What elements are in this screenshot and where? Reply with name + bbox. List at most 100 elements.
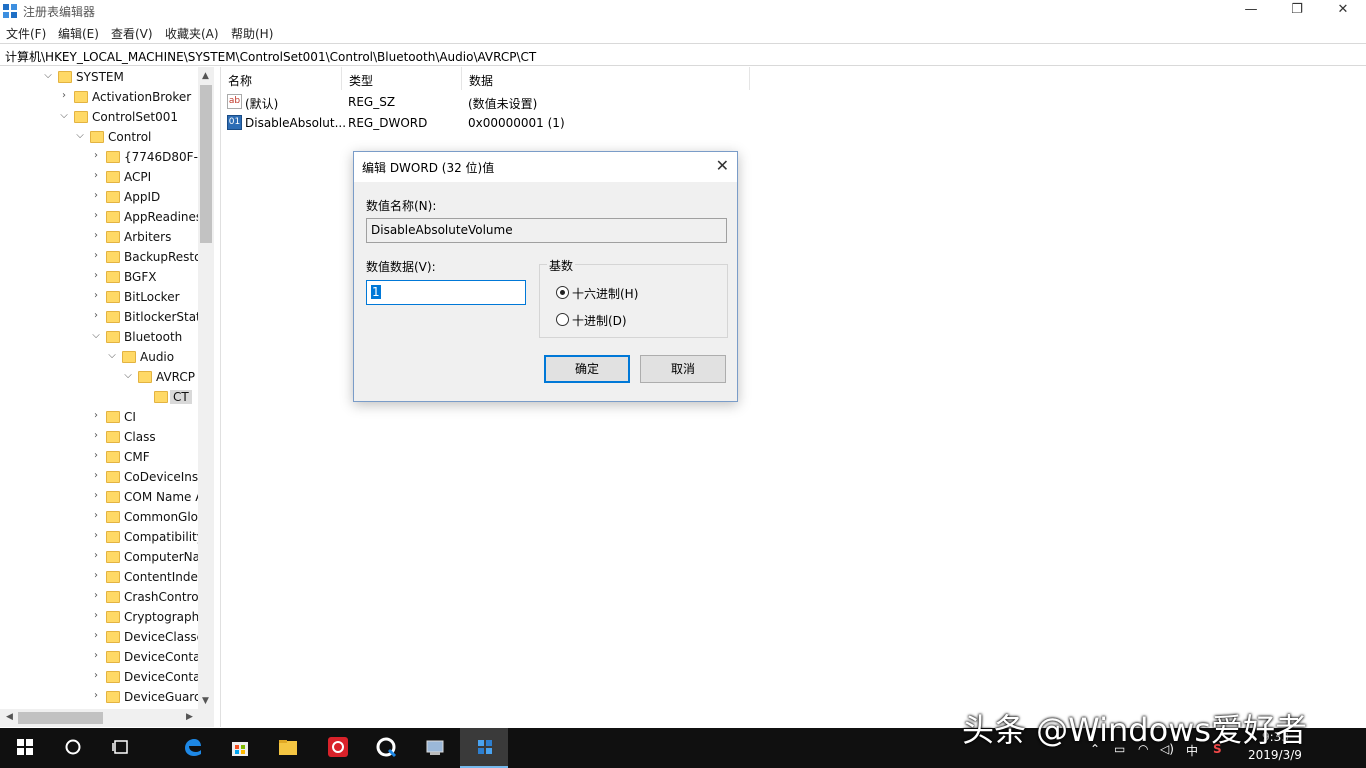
tree-node-label: AVRCP [156, 370, 196, 384]
tree-node-label: AppID [124, 190, 161, 204]
column-header-type[interactable]: 类型 [342, 67, 462, 90]
chevron-right-icon[interactable]: › [90, 630, 102, 641]
radio-decimal[interactable] [556, 313, 569, 326]
netease-music-icon [328, 737, 348, 757]
chevron-down-icon[interactable]: ⌵ [106, 350, 118, 361]
search-circle-icon [65, 739, 81, 755]
taskbar-control-panel[interactable] [410, 728, 458, 768]
scroll-left-icon[interactable]: ◀ [6, 712, 13, 722]
taskbar-store[interactable] [215, 728, 263, 768]
chevron-right-icon[interactable]: › [90, 450, 102, 461]
tree-node-label: CrashControl [124, 590, 202, 604]
tree-horizontal-scroll-thumb[interactable] [18, 712, 103, 724]
chevron-right-icon[interactable]: › [90, 590, 102, 601]
tree-node-label: SYSTEM [76, 70, 124, 84]
chevron-right-icon[interactable]: › [90, 170, 102, 181]
chevron-right-icon[interactable]: › [90, 550, 102, 561]
tree-vertical-scroll-thumb[interactable] [200, 85, 212, 243]
folder-icon [279, 740, 297, 755]
chevron-right-icon[interactable]: › [90, 530, 102, 541]
scroll-up-icon[interactable]: ▲ [202, 71, 209, 81]
folder-icon [138, 371, 152, 383]
tree-node-label: ControlSet001 [92, 110, 178, 124]
menu-edit[interactable]: 编辑(E) [58, 25, 99, 42]
registry-tree[interactable]: ⌵ SYSTEM › ActivationBroker ⌵ ControlSet001 ⌵ C… [0, 67, 214, 727]
radio-hex[interactable] [556, 286, 569, 299]
taskbar-file-explorer[interactable] [263, 728, 311, 768]
value-name-text: DisableAbsoluteVolume [371, 223, 513, 237]
minimize-button[interactable]: — [1228, 0, 1274, 22]
string-value-icon: ab [227, 94, 242, 109]
tree-node-label: Class [124, 430, 156, 444]
folder-icon [106, 451, 120, 463]
folder-icon [106, 191, 120, 203]
value-data-input[interactable]: 1 [366, 280, 526, 305]
ok-button[interactable]: 确定 [544, 355, 630, 383]
chevron-down-icon[interactable]: ⌵ [122, 370, 134, 381]
chevron-right-icon[interactable]: › [90, 150, 102, 161]
folder-icon [90, 131, 104, 143]
chevron-right-icon[interactable]: › [90, 610, 102, 621]
tree-node-label: DeviceContai [124, 650, 204, 664]
chevron-right-icon[interactable]: › [90, 490, 102, 501]
value-data: 0x00000001 (1) [468, 116, 565, 130]
chevron-right-icon[interactable]: › [90, 670, 102, 681]
column-header-data[interactable]: 数据 [462, 67, 750, 90]
taskbar-browser[interactable] [361, 728, 409, 768]
dialog-close-icon[interactable]: ✕ [716, 156, 729, 175]
close-window-button[interactable]: ✕ [1320, 0, 1366, 22]
menu-file[interactable]: 文件(F) [6, 25, 46, 42]
chevron-right-icon[interactable]: › [90, 510, 102, 521]
menu-view[interactable]: 查看(V) [111, 25, 153, 42]
taskbar-regedit[interactable] [460, 728, 508, 768]
value-name-field[interactable]: DisableAbsoluteVolume [366, 218, 727, 243]
chevron-right-icon[interactable]: › [90, 310, 102, 321]
folder-icon [106, 171, 120, 183]
chevron-right-icon[interactable]: › [90, 290, 102, 301]
scroll-down-icon[interactable]: ▼ [202, 696, 209, 706]
tree-node-label: DeviceClasse [124, 630, 204, 644]
chevron-right-icon[interactable]: › [90, 430, 102, 441]
radio-decimal-label[interactable]: 十进制(D) [572, 312, 627, 329]
chevron-right-icon[interactable]: › [90, 570, 102, 581]
title-bar: 注册表编辑器 — ❐ ✕ [0, 0, 1366, 22]
tree-node-label: DeviceGuard [124, 690, 202, 704]
chevron-right-icon[interactable]: › [90, 650, 102, 661]
value-name-label: 数值名称(N): [366, 199, 437, 213]
cancel-button[interactable]: 取消 [640, 355, 726, 383]
chevron-down-icon[interactable]: ⌵ [58, 110, 70, 121]
edit-dword-dialog: 编辑 DWORD (32 位)值 ✕ 数值名称(N): DisableAbsol… [353, 151, 738, 402]
address-bar[interactable]: 计算机\HKEY_LOCAL_MACHINE\SYSTEM\ControlSet… [0, 43, 1366, 66]
tree-node-label: CI [124, 410, 136, 424]
chevron-down-icon[interactable]: ⌵ [90, 330, 102, 341]
chevron-right-icon[interactable]: › [58, 90, 70, 101]
taskbar-edge[interactable] [167, 728, 215, 768]
start-button[interactable] [0, 728, 48, 768]
maximize-button[interactable]: ❐ [1274, 0, 1320, 22]
chevron-right-icon[interactable]: › [90, 190, 102, 201]
dialog-title: 编辑 DWORD (32 位)值 [362, 161, 495, 175]
chevron-right-icon[interactable]: › [90, 230, 102, 241]
chevron-right-icon[interactable]: › [90, 410, 102, 421]
chevron-right-icon[interactable]: › [90, 270, 102, 281]
search-button[interactable] [48, 728, 96, 768]
tree-node-label: ContentIndex [124, 570, 205, 584]
chevron-right-icon[interactable]: › [90, 470, 102, 481]
radio-hex-label[interactable]: 十六进制(H) [572, 285, 638, 302]
chevron-right-icon[interactable]: › [90, 210, 102, 221]
folder-icon [106, 551, 120, 563]
chevron-right-icon[interactable]: › [90, 690, 102, 701]
column-header-name[interactable]: 名称 [221, 67, 342, 90]
scroll-right-icon[interactable]: ▶ [186, 712, 193, 722]
folder-icon [106, 691, 120, 703]
task-view-button[interactable] [96, 728, 144, 768]
folder-icon [106, 471, 120, 483]
taskbar-netease-music[interactable] [313, 728, 361, 768]
menu-help[interactable]: 帮助(H) [231, 25, 273, 42]
tree-node-label: BGFX [124, 270, 157, 284]
chevron-down-icon[interactable]: ⌵ [42, 70, 54, 81]
chevron-right-icon[interactable]: › [90, 250, 102, 261]
folder-icon [106, 271, 120, 283]
chevron-down-icon[interactable]: ⌵ [74, 130, 86, 141]
menu-favorites[interactable]: 收藏夹(A) [165, 25, 219, 42]
